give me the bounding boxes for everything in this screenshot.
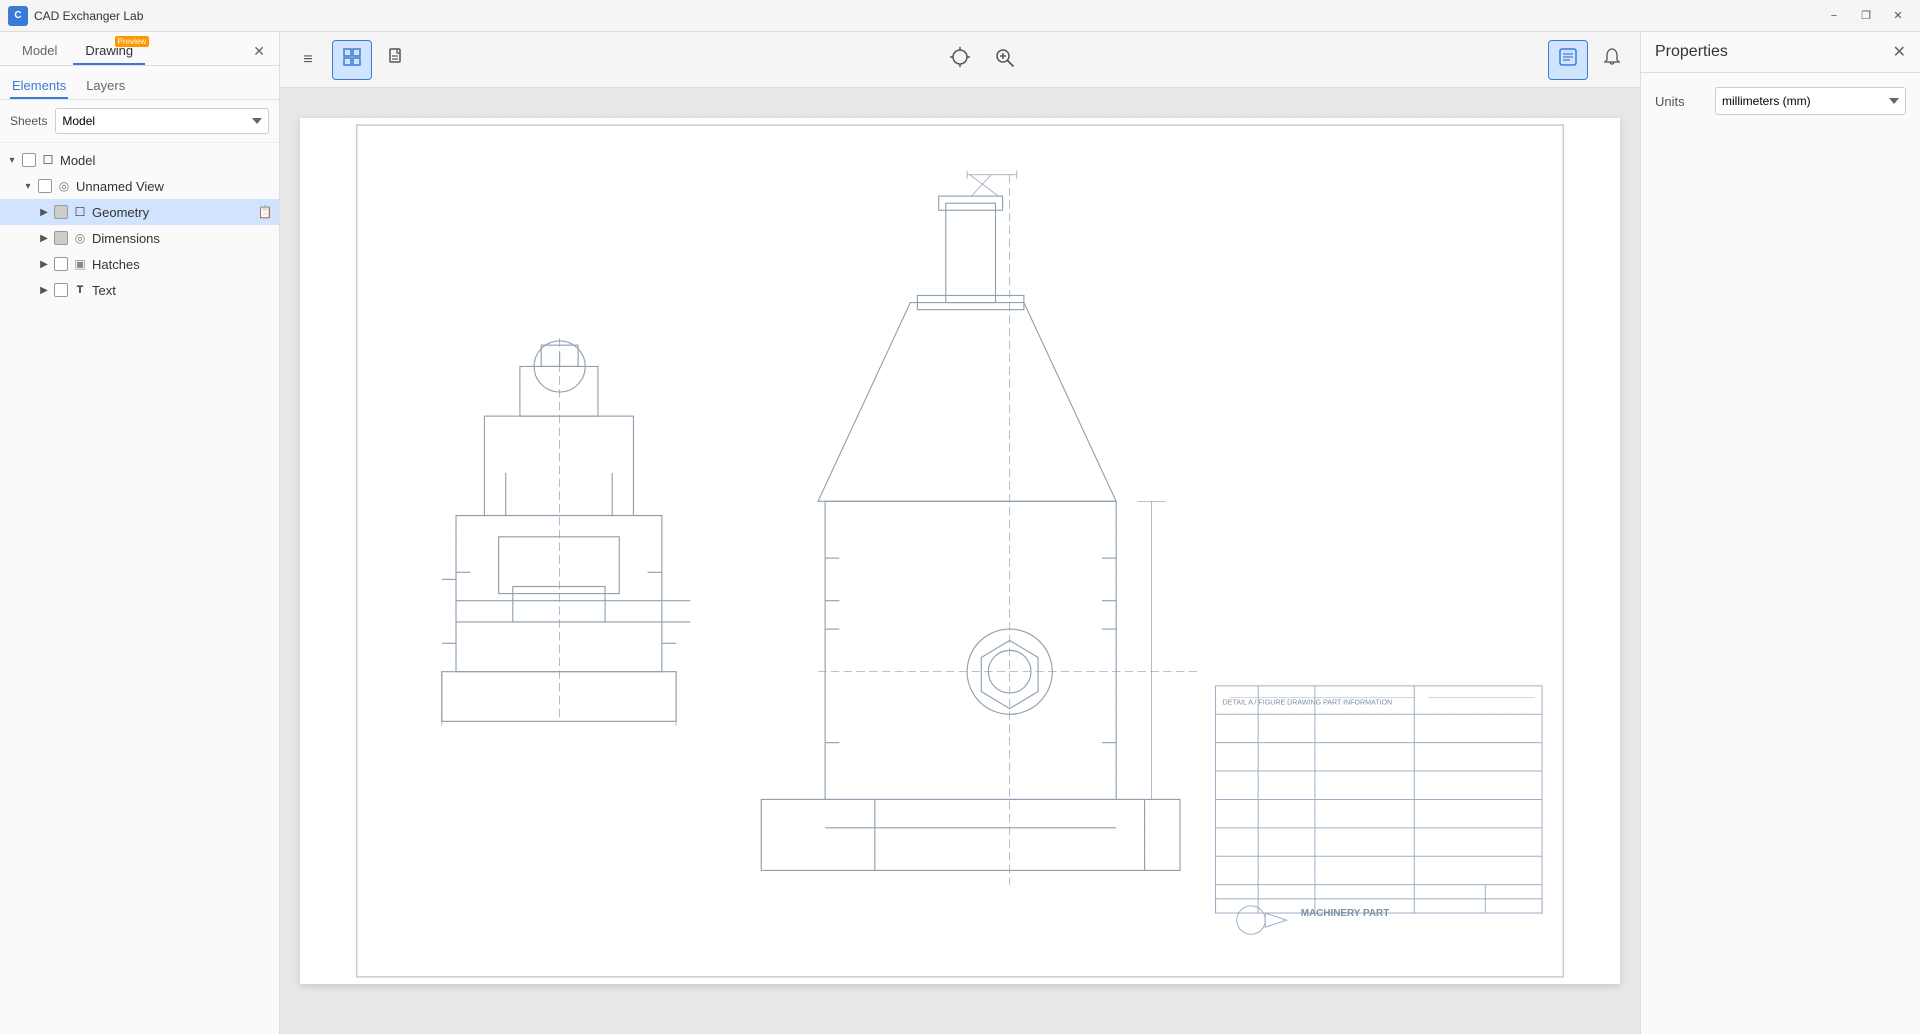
drawing-canvas[interactable]: DETAIL A / FIGURE DRAWING PART INFORMATI… — [280, 88, 1640, 1034]
tree-toggle-model[interactable]: ▾ — [4, 152, 20, 168]
restore-button[interactable]: ❐ — [1852, 5, 1880, 27]
tree-toggle-hatches[interactable]: ▶ — [36, 256, 52, 272]
sub-tab-layers[interactable]: Layers — [84, 74, 127, 99]
app-icon: C — [8, 6, 28, 26]
menu-icon: ≡ — [303, 51, 312, 69]
properties-icon — [1558, 47, 1578, 72]
tree-toggle-unnamed-view[interactable]: ▾ — [20, 178, 36, 194]
tree-checkbox-hatches[interactable] — [54, 257, 68, 271]
tree-icon-model: ☐ — [40, 152, 56, 168]
tab-bar: Model Drawing Preview ✕ — [0, 32, 279, 66]
notifications-icon — [1602, 47, 1622, 72]
svg-text:MACHINERY PART: MACHINERY PART — [1301, 908, 1390, 919]
tree-label-model: Model — [58, 153, 279, 168]
elements-view-icon — [342, 47, 362, 72]
tree-label-hatches: Hatches — [90, 257, 279, 272]
elements-view-button[interactable] — [332, 40, 372, 80]
preview-badge: Preview — [115, 36, 149, 47]
tab-model[interactable]: Model — [10, 38, 69, 65]
tab-drawing[interactable]: Drawing Preview — [73, 38, 145, 65]
tree-toggle-text[interactable]: ▶ — [36, 282, 52, 298]
sub-tabs: Elements Layers — [0, 66, 279, 100]
close-panel-button[interactable]: ✕ — [249, 41, 269, 62]
zoom-extents-icon — [993, 46, 1015, 73]
tree-checkbox-unnamed-view[interactable] — [38, 179, 52, 193]
tree-item-text[interactable]: ▶ T Text — [0, 277, 279, 303]
tree-item-model[interactable]: ▾ ☐ Model — [0, 147, 279, 173]
sub-tab-elements[interactable]: Elements — [10, 74, 68, 99]
sheets-label: Sheets — [10, 114, 47, 128]
tree-checkbox-geometry[interactable] — [54, 205, 68, 219]
tree-container: ▾ ☐ Model ▾ ◎ Unnamed View ▶ ☐ Geometry … — [0, 143, 279, 1034]
tree-item-geometry[interactable]: ▶ ☐ Geometry 📋 — [0, 199, 279, 225]
main-layout: Model Drawing Preview ✕ Elements Layers … — [0, 32, 1920, 1034]
fit-view-button[interactable] — [940, 40, 980, 80]
svg-text:DETAIL A / FIGURE DRAWING PART: DETAIL A / FIGURE DRAWING PART INFORMATI… — [1223, 698, 1392, 706]
titlebar: C CAD Exchanger Lab − ❐ ✕ — [0, 0, 1920, 32]
right-panel: Properties ✕ Units millimeters (mm) inch… — [1640, 32, 1920, 1034]
tree-checkbox-dimensions[interactable] — [54, 231, 68, 245]
menu-button[interactable]: ≡ — [288, 40, 328, 80]
toolbar: ≡ — [280, 32, 1640, 88]
tree-item-unnamed-view[interactable]: ▾ ◎ Unnamed View — [0, 173, 279, 199]
tree-icon-hatches: ▣ — [72, 256, 88, 272]
properties-header: Properties ✕ — [1641, 32, 1920, 73]
fit-view-icon — [949, 46, 971, 73]
properties-content: Units millimeters (mm) inches (in) centi… — [1641, 73, 1920, 141]
tree-toggle-geometry[interactable]: ▶ — [36, 204, 52, 220]
tree-item-dimensions[interactable]: ▶ ◎ Dimensions — [0, 225, 279, 251]
tree-checkbox-text[interactable] — [54, 283, 68, 297]
drawing-svg: DETAIL A / FIGURE DRAWING PART INFORMATI… — [300, 118, 1620, 984]
tree-icon-text: T — [72, 282, 88, 298]
left-panel: Model Drawing Preview ✕ Elements Layers … — [0, 32, 280, 1034]
tree-icon-dimensions: ◎ — [72, 230, 88, 246]
units-row: Units millimeters (mm) inches (in) centi… — [1655, 87, 1906, 115]
minimize-button[interactable]: − — [1820, 5, 1848, 27]
center-area: ≡ — [280, 32, 1640, 1034]
toolbar-right — [1548, 40, 1632, 80]
units-label: Units — [1655, 94, 1705, 109]
tree-action-geometry[interactable]: 📋 — [255, 202, 275, 222]
tree-label-geometry: Geometry — [90, 205, 255, 220]
drawing-sheet: DETAIL A / FIGURE DRAWING PART INFORMATI… — [300, 118, 1620, 984]
tree-toggle-dimensions[interactable]: ▶ — [36, 230, 52, 246]
file-view-icon — [386, 47, 406, 72]
zoom-extents-button[interactable] — [984, 40, 1024, 80]
tree-label-unnamed-view: Unnamed View — [74, 179, 279, 194]
close-properties-button[interactable]: ✕ — [1893, 42, 1906, 62]
properties-button[interactable] — [1548, 40, 1588, 80]
notifications-button[interactable] — [1592, 40, 1632, 80]
tree-label-dimensions: Dimensions — [90, 231, 279, 246]
tree-checkbox-model[interactable] — [22, 153, 36, 167]
tree-item-hatches[interactable]: ▶ ▣ Hatches — [0, 251, 279, 277]
close-button[interactable]: ✕ — [1884, 5, 1912, 27]
app-title: CAD Exchanger Lab — [34, 9, 1820, 23]
tree-icon-unnamed-view: ◎ — [56, 178, 72, 194]
units-select[interactable]: millimeters (mm) inches (in) centimeters… — [1715, 87, 1906, 115]
window-controls: − ❐ ✕ — [1820, 5, 1912, 27]
properties-title: Properties — [1655, 43, 1885, 61]
tree-label-text: Text — [90, 283, 279, 298]
sheets-row: Sheets Model — [0, 100, 279, 143]
file-view-button[interactable] — [376, 40, 416, 80]
sheets-select[interactable]: Model — [55, 108, 269, 134]
tree-icon-geometry: ☐ — [72, 204, 88, 220]
